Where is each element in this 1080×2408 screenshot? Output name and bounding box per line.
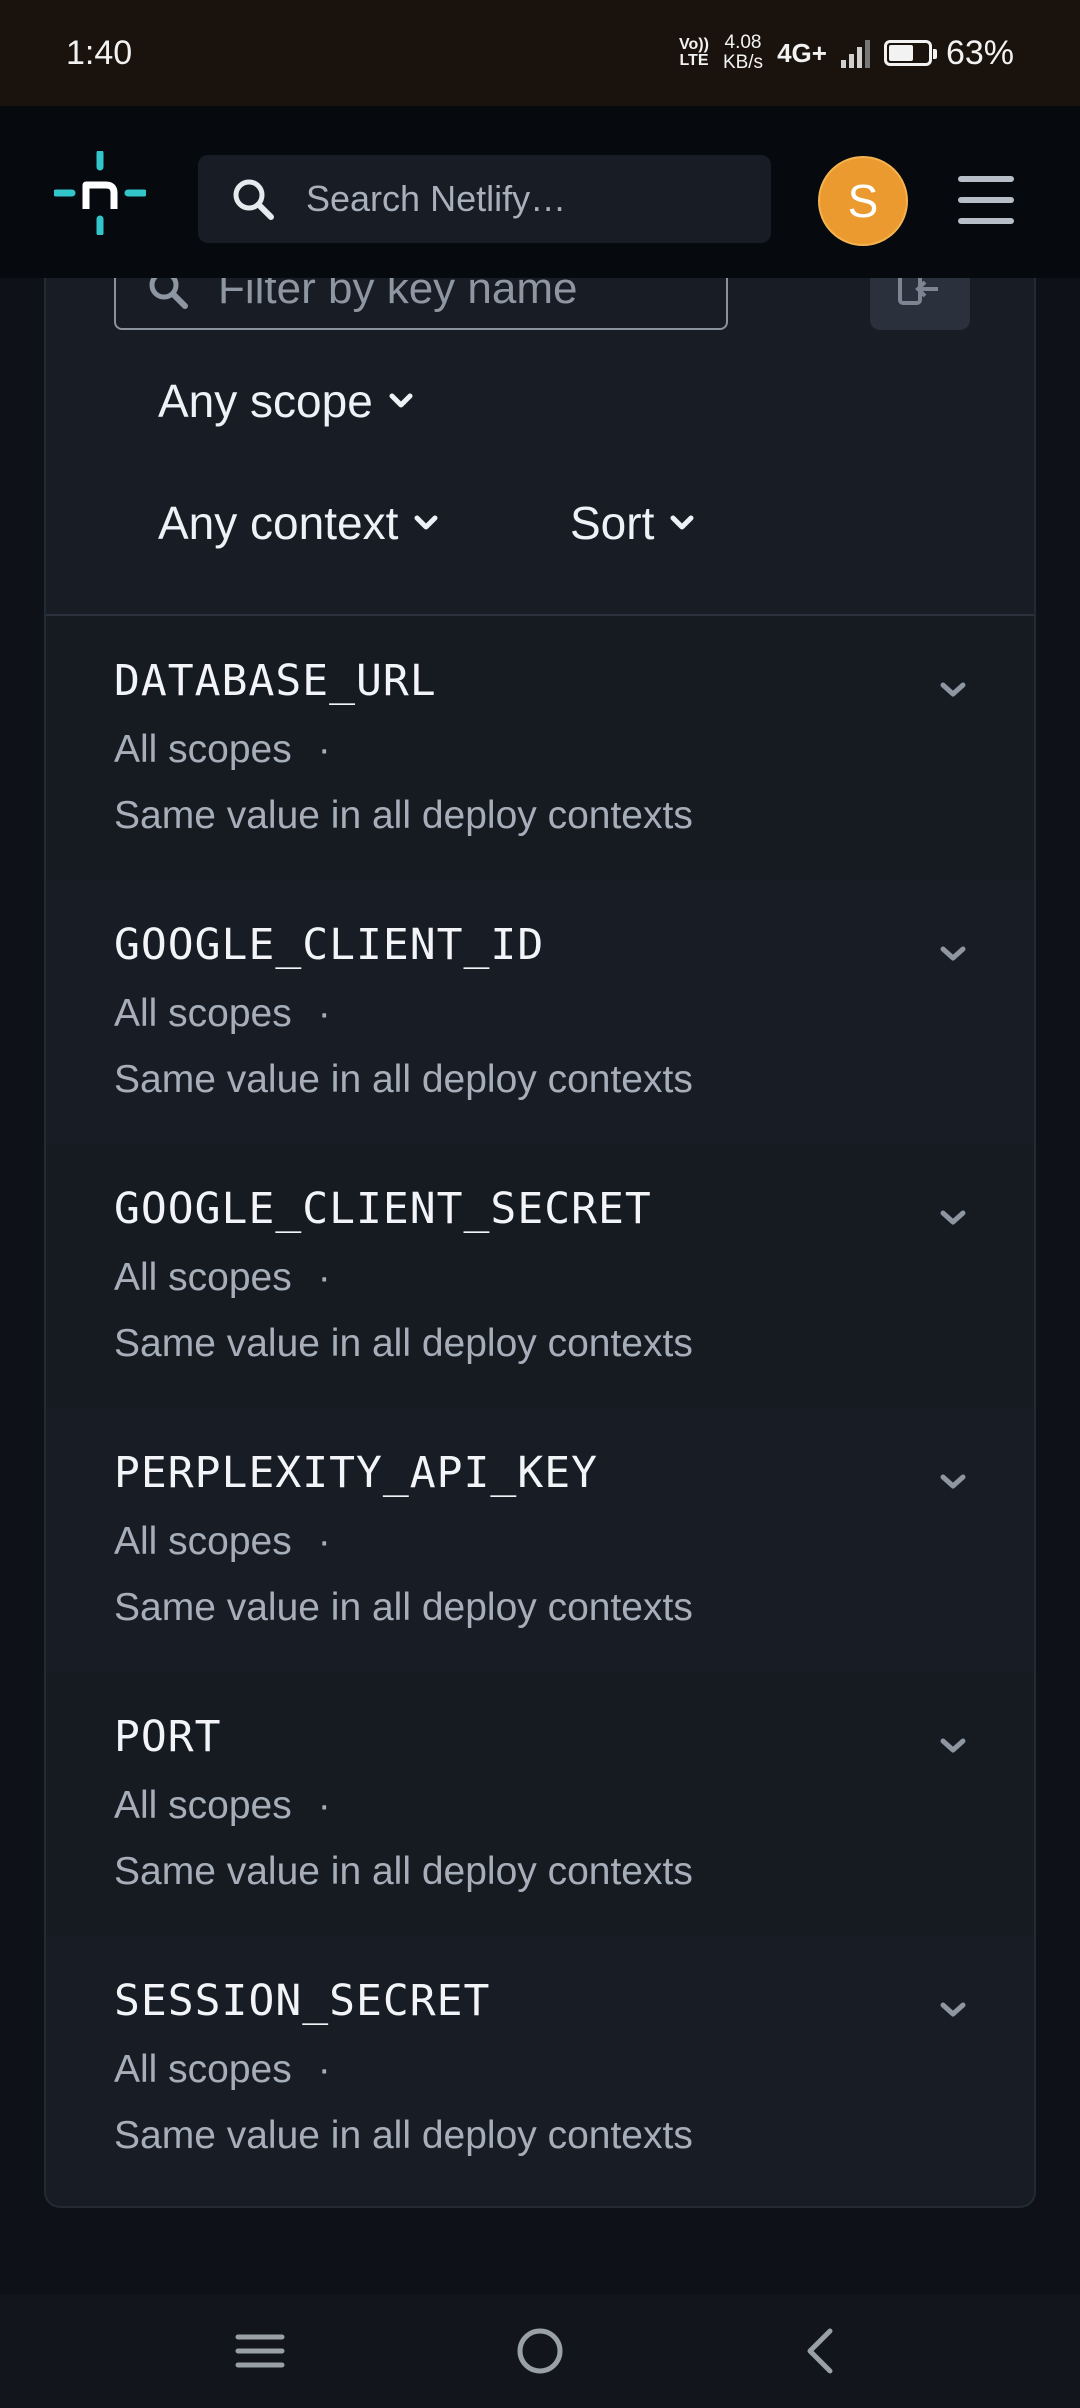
variable-scopes: All scopes · xyxy=(114,2048,331,2091)
clock: 1:40 xyxy=(66,33,133,72)
chevron-down-icon xyxy=(414,515,438,530)
scope-dropdown-label: Any scope xyxy=(158,375,373,427)
signal-icon xyxy=(840,38,870,68)
avatar[interactable]: S xyxy=(818,156,908,246)
back-chevron-icon xyxy=(807,2328,833,2374)
netlify-logo-icon[interactable] xyxy=(52,149,148,237)
app-header: Search Netlify… S xyxy=(0,106,1080,278)
sort-dropdown-label: Sort xyxy=(570,497,655,549)
scope-dropdown[interactable]: Any scope xyxy=(158,374,413,428)
net-speed: 4.08 KB/s xyxy=(722,32,764,73)
search-icon xyxy=(233,179,274,220)
variable-scopes: All scopes · xyxy=(114,1784,331,1827)
variable-name: PERPLEXITY_API_KEY xyxy=(114,1448,598,1498)
chevron-down-icon[interactable] xyxy=(938,1208,968,1228)
variable-name: GOOGLE_CLIENT_SECRET xyxy=(114,1184,652,1234)
variables-list: DATABASE_URL All scopes · Same value in a… xyxy=(46,616,1034,2200)
battery-icon xyxy=(883,40,937,66)
context-dropdown[interactable]: Any context xyxy=(158,496,438,550)
chevron-down-icon xyxy=(670,515,694,530)
volte-indicator: Vo)) LTE xyxy=(679,36,709,69)
variable-name: SESSION_SECRET xyxy=(114,1976,491,2026)
import-icon xyxy=(898,278,938,305)
variable-scopes: All scopes · xyxy=(114,728,331,771)
variable-name: PORT xyxy=(114,1712,222,1762)
back-button[interactable] xyxy=(780,2311,860,2391)
variable-contexts: Same value in all deploy contexts xyxy=(114,794,693,837)
system-nav-bar xyxy=(0,2294,1080,2408)
variable-name: GOOGLE_CLIENT_ID xyxy=(114,920,545,970)
variable-scopes: All scopes · xyxy=(114,1520,331,1563)
variable-contexts: Same value in all deploy contexts xyxy=(114,1586,693,1629)
variable-row[interactable]: PERPLEXITY_API_KEY All scopes · Same valu… xyxy=(46,1408,1034,1672)
hamburger-icon[interactable] xyxy=(958,176,1014,224)
network-type: 4G+ xyxy=(777,37,827,68)
chevron-down-icon[interactable] xyxy=(938,2000,968,2020)
variable-contexts: Same value in all deploy contexts xyxy=(114,1850,693,1893)
menu-lines-icon xyxy=(235,2334,285,2368)
recents-button[interactable] xyxy=(220,2311,300,2391)
variable-row[interactable]: GOOGLE_CLIENT_ID All scopes · Same value … xyxy=(46,880,1034,1144)
variable-row[interactable]: SESSION_SECRET All scopes · Same value in… xyxy=(46,1936,1034,2200)
filter-key-input[interactable]: Filter by key name xyxy=(114,278,728,330)
variable-row[interactable]: PORT All scopes · Same value in all deplo… xyxy=(46,1672,1034,1936)
search-placeholder: Search Netlify… xyxy=(306,178,567,219)
chevron-down-icon[interactable] xyxy=(938,944,968,964)
variable-row[interactable]: GOOGLE_CLIENT_SECRET All scopes · Same va… xyxy=(46,1144,1034,1408)
home-button[interactable] xyxy=(500,2311,580,2391)
variable-scopes: All scopes · xyxy=(114,1256,331,1299)
variable-contexts: Same value in all deploy contexts xyxy=(114,2114,693,2157)
variable-contexts: Same value in all deploy contexts xyxy=(114,1322,693,1365)
chevron-down-icon[interactable] xyxy=(938,1472,968,1492)
variable-name: DATABASE_URL xyxy=(114,656,437,706)
variable-contexts: Same value in all deploy contexts xyxy=(114,1058,693,1101)
chevron-down-icon xyxy=(389,393,413,408)
chevron-down-icon[interactable] xyxy=(938,680,968,700)
environment-variables-panel: Filter by key name Any scope Any context… xyxy=(44,278,1036,2208)
home-circle-icon xyxy=(517,2328,563,2374)
import-button[interactable] xyxy=(870,278,970,330)
battery-percent: 63% xyxy=(945,33,1014,72)
variable-row[interactable]: DATABASE_URL All scopes · Same value in a… xyxy=(46,616,1034,880)
search-bar[interactable]: Search Netlify… xyxy=(198,155,771,243)
variable-scopes: All scopes · xyxy=(114,992,331,1035)
search-icon xyxy=(149,278,188,309)
status-bar: 1:40 Vo)) LTE 4.08 KB/s 4G+ 63% xyxy=(0,0,1080,106)
context-dropdown-label: Any context xyxy=(158,497,399,549)
filter-placeholder: Filter by key name xyxy=(218,278,578,313)
chevron-down-icon[interactable] xyxy=(938,1736,968,1756)
sort-dropdown[interactable]: Sort xyxy=(570,496,694,550)
